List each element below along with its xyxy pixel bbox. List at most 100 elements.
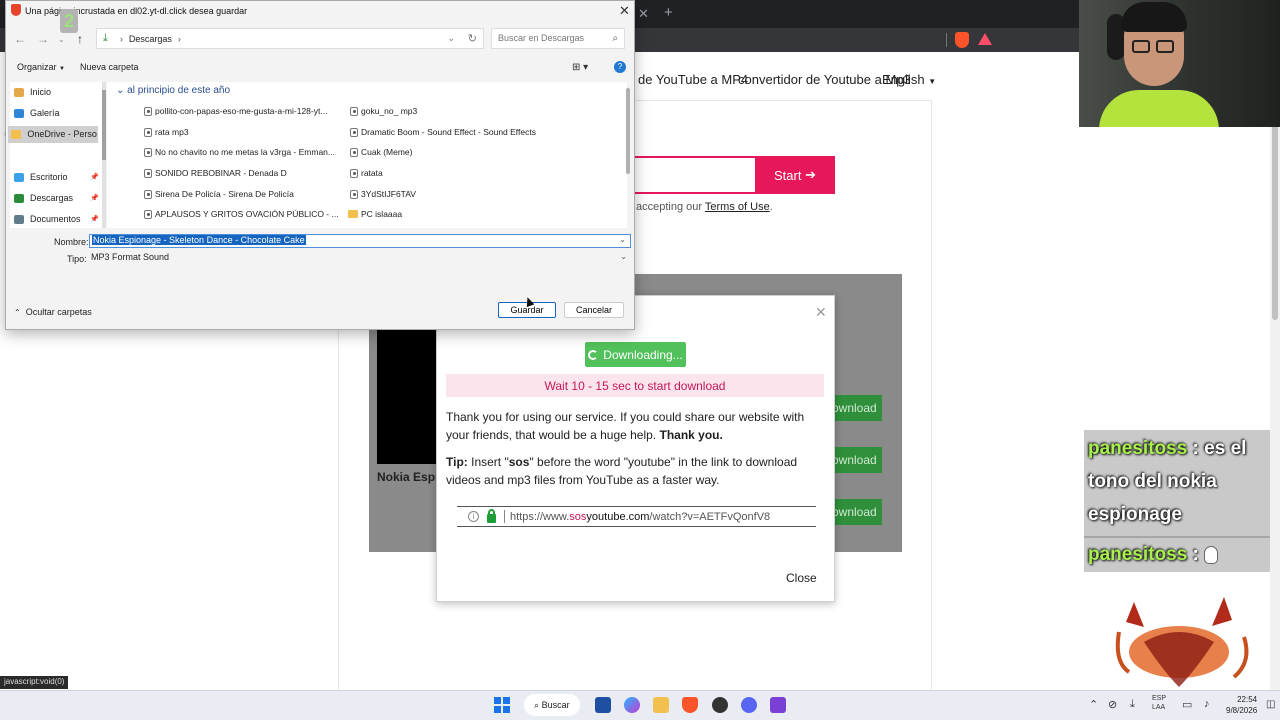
sidebar-item-desktop[interactable]: Escritorio 📌 — [14, 172, 99, 182]
sidebar-item-home[interactable]: Inicio — [14, 87, 51, 97]
path-separator-icon: › — [119, 33, 123, 44]
app-icon[interactable] — [770, 697, 786, 713]
file-name: No no chavito no me metas la v3rga - Emm… — [155, 147, 335, 157]
tray-download-icon[interactable]: ⤓ — [1130, 698, 1135, 711]
list-item[interactable]: 3YdStIJF6TAV — [350, 189, 416, 199]
list-item[interactable]: goku_no_ mp3 — [350, 106, 417, 116]
url-path: /watch?v=AETFvQonfV8 — [649, 510, 771, 523]
recent-chevron-icon[interactable]: ⌄ — [58, 35, 65, 44]
list-item[interactable]: Sirena De Policía - Sirena De Policía — [144, 189, 294, 199]
list-item[interactable]: No no chavito no me metas la v3rga - Emm… — [144, 147, 335, 157]
caret-down-icon: ▼ — [59, 66, 65, 72]
obs-icon[interactable] — [712, 697, 728, 713]
forward-arrow-icon[interactable]: → — [37, 32, 49, 46]
list-item[interactable]: ratata — [350, 168, 383, 178]
nav-link-mp4[interactable]: de YouTube a MP4 — [638, 72, 748, 87]
network-icon[interactable]: ▭ — [1182, 698, 1192, 711]
file-type-dropdown-icon[interactable]: ⌄ — [620, 252, 627, 261]
list-item[interactable]: APLAUSOS Y GRITOS OVACIÓN PÚBLICO - ... — [144, 209, 339, 219]
organize-menu[interactable]: Organizar ▼ — [17, 62, 65, 72]
view-options-icon[interactable]: ⊞ ▾ — [572, 62, 588, 73]
tab-close-icon[interactable]: ✕ — [638, 6, 649, 22]
organize-label: Organizar — [17, 62, 57, 72]
store-icon[interactable] — [595, 697, 611, 713]
volume-icon[interactable]: ♪ — [1204, 698, 1210, 710]
name-label: Nombre: — [54, 237, 89, 247]
windows-start-icon[interactable] — [494, 697, 510, 713]
list-item[interactable]: Cuak (Meme) — [350, 147, 412, 157]
terms-prefix: accepting our — [636, 201, 705, 213]
brave-rewards-icon[interactable] — [978, 33, 992, 45]
audio-file-icon — [350, 147, 358, 157]
address-bar[interactable]: ⤓ › Descargas › ⌄ ↻ — [96, 28, 484, 49]
pin-icon: 📌 — [90, 216, 99, 223]
terms-suffix: . — [769, 201, 773, 213]
sidebar-item-onedrive[interactable]: › OneDrive - Perso — [4, 129, 97, 139]
language-selector[interactable]: English ▼ — [882, 72, 936, 87]
filename-input[interactable]: Nokia Espionage - Skeleton Dance - Choco… — [89, 234, 631, 248]
address-dropdown-icon[interactable]: ⌄ — [447, 33, 455, 44]
sidebar-item-documents[interactable]: Documentos 📌 — [14, 214, 99, 224]
back-arrow-icon[interactable]: ← — [14, 32, 26, 46]
filename-dropdown-icon[interactable]: ⌄ — [619, 235, 626, 244]
sidebar-label: Galería — [30, 108, 60, 118]
file-type-select[interactable]: MP3 Format Sound ⌄ — [89, 252, 631, 264]
breadcrumb-downloads[interactable]: Descargas — [129, 34, 172, 44]
sidebar-label: Inicio — [30, 87, 52, 97]
brave-taskbar-icon[interactable] — [682, 697, 698, 713]
thanks-message: Thank you for using our service. If you … — [446, 410, 805, 442]
overlay-badge: 2 — [60, 9, 78, 33]
sidebar-item-gallery[interactable]: Galería — [14, 108, 60, 118]
file-group-header[interactable]: ⌄ al principio de este año — [116, 85, 230, 96]
taskbar-search[interactable]: ⌕ Buscar — [524, 694, 580, 716]
audio-file-icon — [350, 127, 358, 137]
new-folder-button[interactable]: Nueva carpeta — [80, 62, 139, 72]
list-item[interactable]: pollito-con-papas-eso-me-gusta-a-mi-128-… — [144, 106, 327, 116]
download-button-1[interactable]: ownload — [832, 395, 882, 421]
lang-bottom: LAA — [1152, 704, 1166, 711]
start-button[interactable]: Start ➔ — [755, 156, 835, 194]
list-item[interactable]: PC islaaaa — [348, 209, 402, 219]
new-tab-icon[interactable]: + — [664, 4, 673, 21]
file-name: Dramatic Boom - Sound Effect - Sound Eff… — [361, 127, 536, 137]
download-button-2[interactable]: ownload — [832, 447, 882, 473]
video-url-input[interactable] — [626, 156, 756, 194]
modal-close-button[interactable]: Close — [786, 571, 817, 585]
info-icon: i — [468, 511, 479, 522]
tray-app-icon[interactable]: ⊘ — [1108, 698, 1117, 711]
notification-icon[interactable]: ◫ — [1266, 699, 1275, 710]
clock[interactable]: 22:54 9/8/2026 — [1226, 694, 1257, 716]
terms-link[interactable]: Terms of Use — [705, 201, 770, 213]
copilot-icon[interactable] — [624, 697, 640, 713]
glasses-icon — [1132, 40, 1150, 53]
file-list-scrollbar[interactable] — [626, 88, 630, 174]
file-name: ratata — [361, 168, 383, 178]
expand-chevron-icon[interactable]: › — [4, 131, 6, 138]
tip-label: Tip: — [446, 455, 468, 469]
list-item[interactable]: SONIDO REBOBINAR - Denada D — [144, 168, 287, 178]
audio-file-icon — [144, 168, 152, 178]
discord-icon[interactable] — [741, 697, 757, 713]
tray-overflow-icon[interactable]: ⌃ — [1089, 698, 1098, 711]
download-button-3[interactable]: ownload — [832, 499, 882, 525]
up-arrow-icon[interactable]: ↑ — [77, 32, 83, 46]
chat-message: panesitoss : — [1084, 536, 1270, 572]
path-chevron-icon[interactable]: › — [178, 34, 181, 44]
help-icon[interactable]: ? — [614, 61, 626, 73]
sidebar-item-downloads[interactable]: Descargas 📌 — [14, 193, 99, 203]
list-item[interactable]: rata mp3 — [144, 127, 189, 137]
search-downloads-input[interactable]: Buscar en Descargas ⌕ — [491, 28, 625, 49]
brave-shield-icon[interactable] — [955, 32, 969, 48]
file-explorer-icon[interactable] — [653, 697, 669, 713]
modal-close-icon[interactable]: ✕ — [815, 304, 827, 321]
hide-folders-toggle[interactable]: ⌃ Ocultar carpetas — [14, 307, 92, 317]
language-indicator[interactable]: ESP LAA — [1152, 694, 1166, 712]
type-label: Tipo: — [67, 254, 87, 264]
cancel-button[interactable]: Cancelar — [564, 302, 624, 318]
devil-horn-right — [1212, 597, 1232, 626]
pin-icon: 📌 — [90, 174, 99, 181]
refresh-icon[interactable]: ↻ — [468, 32, 477, 45]
dialog-close-icon[interactable]: ✕ — [619, 3, 630, 19]
sidebar-scrollbar-thumb[interactable] — [102, 90, 106, 160]
list-item[interactable]: Dramatic Boom - Sound Effect - Sound Eff… — [350, 127, 536, 137]
